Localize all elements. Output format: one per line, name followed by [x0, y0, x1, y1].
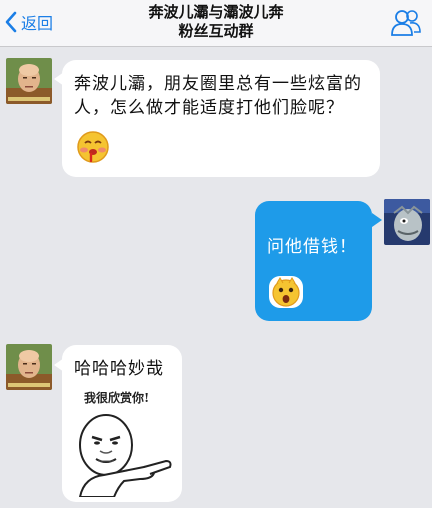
message-text: 奔波儿灞，朋友圈里总有一些炫富的 人，怎么做才能适度打他们脸呢？	[74, 72, 374, 120]
bubble-tail	[372, 213, 382, 227]
back-button[interactable]: 返回	[4, 9, 53, 35]
my-avatar[interactable]	[384, 199, 430, 245]
message-bubble-outgoing[interactable]: 问他借钱！	[255, 201, 372, 321]
message-text-line: 奔波儿灞，朋友圈里总有一些炫富的	[74, 74, 362, 94]
message-bubble-incoming[interactable]: 哈哈哈妙哉 我很欣赏你!	[62, 345, 182, 502]
thumbs-up-meme-sticker	[78, 414, 172, 497]
chevron-left-icon	[5, 11, 17, 33]
chat-title-line2: 粉丝互动群	[178, 22, 254, 40]
sticker-caption: 我很欣赏你!	[84, 391, 150, 405]
message-text: 哈哈哈妙哉	[74, 359, 164, 379]
message-bubble-incoming[interactable]: 奔波儿灞，朋友圈里总有一些炫富的 人，怎么做才能适度打他们脸呢？	[62, 60, 380, 177]
drooling-face-emoji	[77, 131, 109, 163]
message-text: 问他借钱！	[267, 237, 357, 257]
back-label: 返回	[21, 14, 54, 33]
sender-avatar[interactable]	[6, 58, 52, 104]
chat-title: 奔波儿灞与灞波儿奔 粉丝互动群	[110, 3, 322, 41]
group-members-icon[interactable]	[390, 8, 422, 38]
fish-spirit-avatar-image	[384, 199, 430, 245]
chat-title-line1: 奔波儿灞与灞波儿奔	[148, 3, 284, 21]
surprised-face-emoji	[269, 276, 303, 308]
monk-avatar-image	[6, 344, 52, 390]
monk-avatar-image	[6, 58, 52, 104]
message-text-line: 人，怎么做才能适度打他们脸呢？	[74, 98, 344, 118]
sender-avatar[interactable]	[6, 344, 52, 390]
navigation-bar: 返回 奔波儿灞与灞波儿奔 粉丝互动群	[0, 0, 432, 47]
